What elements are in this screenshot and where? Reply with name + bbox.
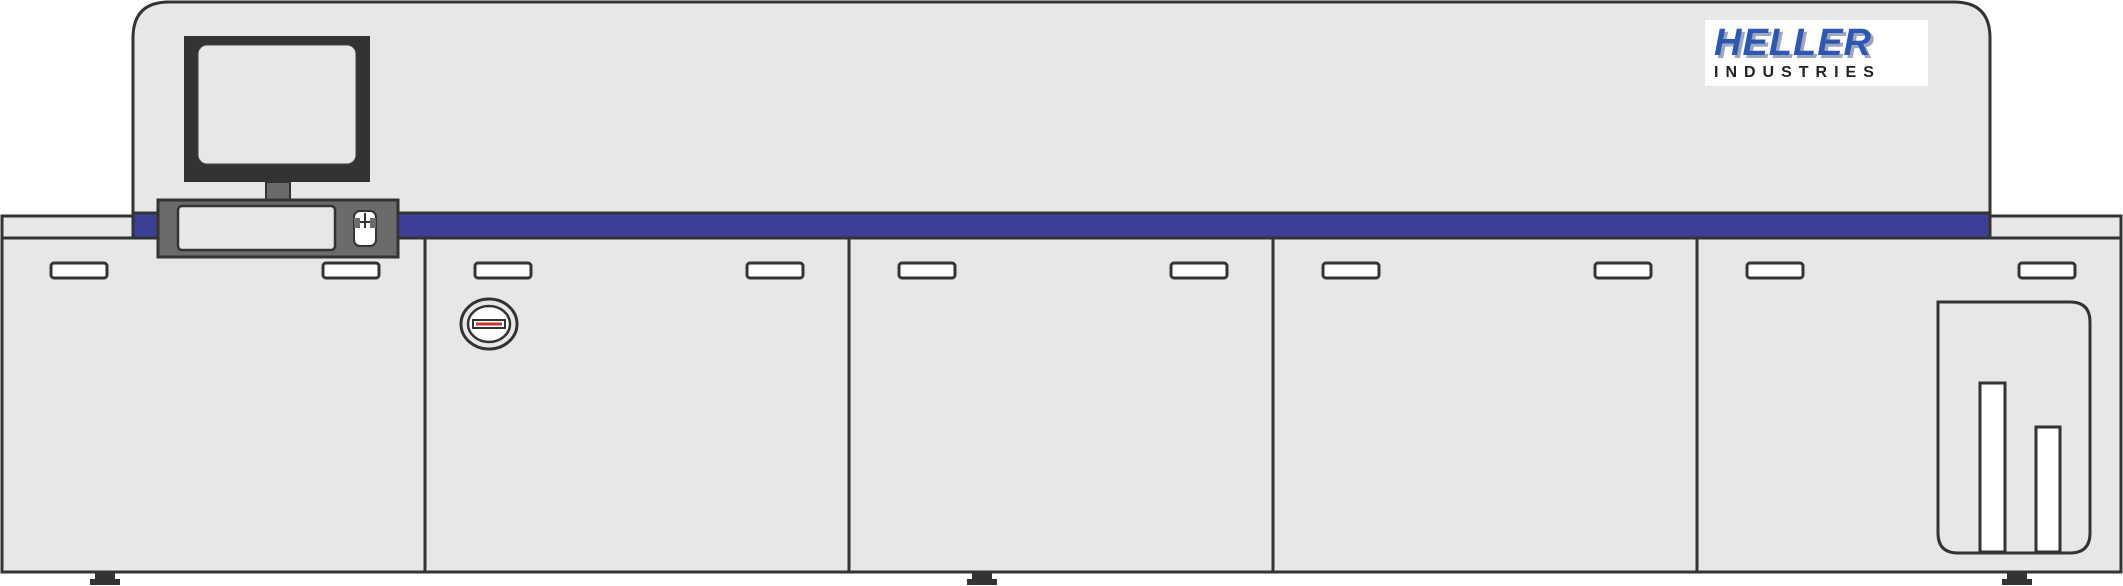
monitor-screen[interactable] — [197, 44, 357, 165]
brand-logo: HELLER HELLER INDUSTRIES — [1705, 20, 1928, 86]
door-handle[interactable] — [1745, 261, 1805, 280]
monitor-stand — [265, 181, 291, 201]
conveyor-extension-right — [1988, 214, 2123, 240]
cabinet-window-tall — [1978, 381, 2007, 554]
reflow-oven-diagram: HELLER HELLER INDUSTRIES — [0, 0, 2123, 585]
foot — [2002, 579, 2032, 585]
foot — [90, 579, 120, 585]
status-light-icon[interactable] — [459, 297, 519, 351]
door-handle[interactable] — [1169, 261, 1229, 280]
conveyor-band — [131, 211, 1992, 240]
door-handle[interactable] — [473, 261, 533, 280]
mouse-icon[interactable] — [353, 210, 377, 247]
keyboard-icon[interactable] — [176, 204, 337, 252]
door-handle[interactable] — [49, 261, 109, 280]
door-handle[interactable] — [745, 261, 805, 280]
cabinet-window-short — [2034, 425, 2062, 554]
door-handle[interactable] — [1593, 261, 1653, 280]
foot — [967, 579, 997, 585]
foot — [95, 572, 115, 580]
cabinet-panel[interactable] — [1936, 300, 2092, 555]
foot — [2007, 572, 2027, 580]
feet — [90, 572, 2032, 585]
door-handle[interactable] — [2017, 261, 2077, 280]
door-handle[interactable] — [1321, 261, 1381, 280]
oven-lower-body — [0, 236, 2123, 574]
console — [156, 198, 400, 259]
monitor-icon[interactable] — [184, 36, 370, 201]
conveyor-extension-left — [0, 214, 136, 240]
logo-subtitle: INDUSTRIES — [1714, 64, 1881, 81]
door-handle[interactable] — [897, 261, 957, 280]
foot — [972, 572, 992, 580]
logo-brand: HELLER — [1714, 22, 1872, 64]
cabinet-icon — [1936, 300, 2092, 555]
door-handle[interactable] — [321, 261, 381, 280]
